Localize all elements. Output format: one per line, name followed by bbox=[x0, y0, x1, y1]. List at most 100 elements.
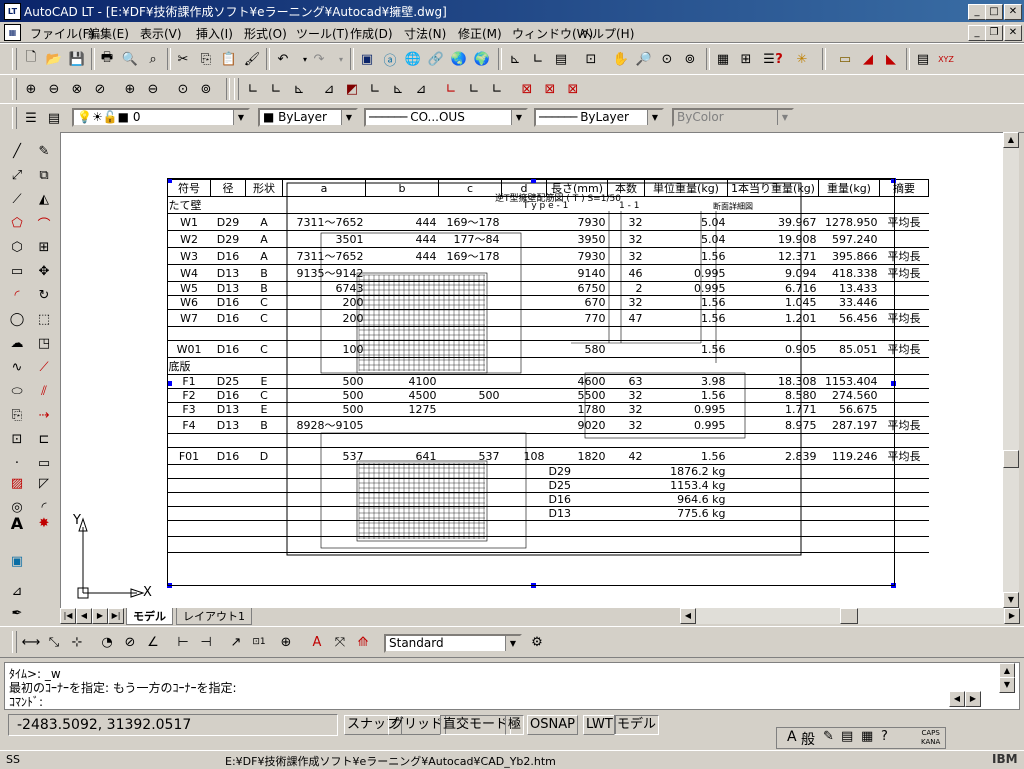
grip-handle[interactable] bbox=[531, 583, 536, 588]
zoom-extents-icon[interactable]: ⊚ bbox=[195, 78, 217, 100]
menu-view[interactable]: 表示(V) bbox=[140, 25, 182, 42]
explode-icon[interactable]: ✸ bbox=[33, 512, 55, 534]
menu-dimension[interactable]: 寸法(N) bbox=[404, 25, 446, 42]
zoom-scale-icon[interactable]: ⊗ bbox=[66, 78, 88, 100]
design-center-icon[interactable]: ▣ bbox=[356, 48, 378, 70]
vertical-scrollbar[interactable]: ▲ ▼ bbox=[1003, 132, 1019, 608]
copy-icon[interactable]: ⎘ bbox=[195, 48, 217, 70]
dim-style-select[interactable]: Standard ▼ bbox=[384, 634, 522, 653]
tab-prev-button[interactable]: ◀ bbox=[76, 608, 92, 624]
zoom-in-icon[interactable]: ⊕ bbox=[119, 78, 141, 100]
zoom-realtime-icon[interactable]: 🔎 bbox=[633, 48, 655, 70]
copy-object-icon[interactable]: ⧉ bbox=[33, 164, 55, 186]
make-block-icon[interactable]: ⊡ bbox=[6, 428, 28, 450]
trim-icon[interactable]: ⫽ bbox=[33, 380, 55, 402]
radius-dim-icon[interactable]: ◔ bbox=[96, 631, 118, 653]
menu-tools[interactable]: ツール(T) bbox=[296, 25, 349, 42]
layer-tool-icon-b[interactable]: ◣ bbox=[880, 48, 902, 70]
ucs-z-icon[interactable]: ∟ bbox=[486, 78, 508, 100]
save-icon[interactable]: 💾 bbox=[66, 48, 88, 70]
named-views-icon[interactable]: ▤ bbox=[550, 48, 572, 70]
grip-handle[interactable] bbox=[167, 583, 172, 588]
layer-tool-icon-a[interactable]: ◢ bbox=[857, 48, 879, 70]
ucs-object-icon[interactable]: ⊿ bbox=[318, 78, 340, 100]
hexagon-icon[interactable]: ⬡ bbox=[6, 236, 28, 258]
rotate-icon[interactable]: ↻ bbox=[33, 284, 55, 306]
grip-handle[interactable] bbox=[167, 178, 172, 183]
polygon-icon[interactable]: ⬠ bbox=[6, 212, 28, 234]
grip-handle[interactable] bbox=[167, 381, 172, 386]
erase-icon[interactable]: ✎ bbox=[33, 140, 55, 162]
layer-previous-icon[interactable]: ▤ bbox=[43, 107, 65, 129]
insert-block-icon[interactable]: ⎘ bbox=[6, 404, 28, 426]
spline-icon[interactable]: ∿ bbox=[6, 356, 28, 378]
undo-icon[interactable]: ↶ bbox=[272, 48, 294, 70]
new-file-icon[interactable]: 🗋 bbox=[20, 48, 42, 70]
ucs-x-icon[interactable]: ∟ bbox=[440, 78, 462, 100]
web-browse-icon[interactable]: 🌐 bbox=[402, 48, 424, 70]
inquiry-icon[interactable]: ▣ bbox=[6, 550, 28, 572]
tab-last-button[interactable]: ▶| bbox=[108, 608, 124, 624]
ucs-origin-icon[interactable]: ∟ bbox=[527, 48, 549, 70]
hatch-icon[interactable]: ▨ bbox=[6, 472, 28, 494]
center-mark-icon[interactable]: ⊕ bbox=[275, 631, 297, 653]
tab-first-button[interactable]: |◀ bbox=[60, 608, 76, 624]
linear-dim-icon[interactable]: ⟷ bbox=[20, 631, 42, 653]
move-icon[interactable]: ✥ bbox=[33, 260, 55, 282]
dim-style-manager-icon[interactable]: ⚙ bbox=[526, 631, 548, 653]
chevron-down-icon[interactable]: ▼ bbox=[777, 110, 792, 125]
ucs-apply-y-icon[interactable]: ⊠ bbox=[539, 78, 561, 100]
dist-icon[interactable]: ⊿ bbox=[6, 580, 28, 602]
grip-handle[interactable] bbox=[891, 583, 896, 588]
scroll-thumb[interactable] bbox=[1003, 450, 1019, 468]
menu-insert[interactable]: 挿入(I) bbox=[196, 25, 233, 42]
tab-next-button[interactable]: ▶ bbox=[92, 608, 108, 624]
tab-model[interactable]: モデル bbox=[126, 608, 173, 625]
ucs-icon[interactable]: ⊾ bbox=[504, 48, 526, 70]
grip-handle[interactable] bbox=[891, 381, 896, 386]
ortho-toggle[interactable]: 直交モード bbox=[440, 715, 512, 735]
ordinate-dim-icon[interactable]: ⊹ bbox=[66, 631, 88, 653]
model-toggle[interactable]: モデル bbox=[614, 715, 660, 735]
baseline-dim-icon[interactable]: ⊢ bbox=[172, 631, 194, 653]
menu-help[interactable]: ヘルプ(H) bbox=[580, 25, 634, 42]
chevron-down-icon[interactable]: ▼ bbox=[505, 636, 520, 651]
ucs-view-icon[interactable]: ◩ bbox=[341, 78, 363, 100]
zoom-dynamic-icon[interactable]: ⊖ bbox=[43, 78, 65, 100]
lwt-toggle[interactable]: LWT bbox=[583, 715, 616, 735]
stretch-icon[interactable]: ◳ bbox=[33, 332, 55, 354]
drawing-canvas[interactable]: 逆T型擁壁配筋図 ( T ) S=1/50 T y p e - 1 1 - 1 … bbox=[60, 132, 1005, 610]
ucs-zaxis-icon[interactable]: ⊾ bbox=[387, 78, 409, 100]
publish-web-icon[interactable]: 🌏 bbox=[448, 48, 470, 70]
ucs-origin-tool-icon[interactable]: ∟ bbox=[364, 78, 386, 100]
tab-layout1[interactable]: レイアウト1 bbox=[176, 608, 252, 625]
chevron-down-icon[interactable]: ▼ bbox=[341, 110, 356, 125]
design-center-palette-icon[interactable]: ⊞ bbox=[735, 48, 757, 70]
layer-manager-icon[interactable]: ☰ bbox=[20, 107, 42, 129]
line-icon[interactable]: ╱ bbox=[6, 140, 28, 162]
dim-edit-icon[interactable]: A bbox=[306, 631, 328, 653]
etransmit-icon[interactable]: 🌍 bbox=[471, 48, 493, 70]
scroll-right-button[interactable]: ▶ bbox=[1004, 608, 1020, 624]
document-icon[interactable]: ▦ bbox=[4, 24, 21, 41]
color-select[interactable]: ■ ByLayer ▼ bbox=[258, 108, 358, 127]
polyline-icon[interactable]: ⟋ bbox=[6, 188, 28, 210]
break-at-point-icon[interactable]: ▭ bbox=[33, 452, 55, 474]
tolerance-icon[interactable]: ⊡1 bbox=[248, 631, 270, 653]
linetype-select[interactable]: ────── CO...OUS ▼ bbox=[364, 108, 528, 127]
zoom-window-icon[interactable]: ⊙ bbox=[656, 48, 678, 70]
ime-kind[interactable]: 般 bbox=[801, 729, 815, 749]
menu-format[interactable]: 形式(O) bbox=[244, 25, 287, 42]
xyz-coords-icon[interactable]: XYZ bbox=[935, 48, 957, 70]
grid-toggle[interactable]: グリッド bbox=[388, 715, 447, 735]
ucs-face-icon[interactable]: ⊾ bbox=[288, 78, 310, 100]
zoom-out-icon[interactable]: ⊖ bbox=[142, 78, 164, 100]
leader-icon[interactable]: ↗ bbox=[225, 631, 247, 653]
ucs-3point-icon[interactable]: ⊿ bbox=[410, 78, 432, 100]
polar-toggle[interactable]: 極 bbox=[505, 715, 525, 735]
scroll-down-button[interactable]: ▼ bbox=[1003, 592, 1019, 608]
osnap-toggle[interactable]: OSNAP bbox=[527, 715, 578, 735]
scale-icon[interactable]: ⬚ bbox=[33, 308, 55, 330]
menu-draw[interactable]: 作成(D) bbox=[350, 25, 393, 42]
menu-modify[interactable]: 修正(M) bbox=[458, 25, 502, 42]
